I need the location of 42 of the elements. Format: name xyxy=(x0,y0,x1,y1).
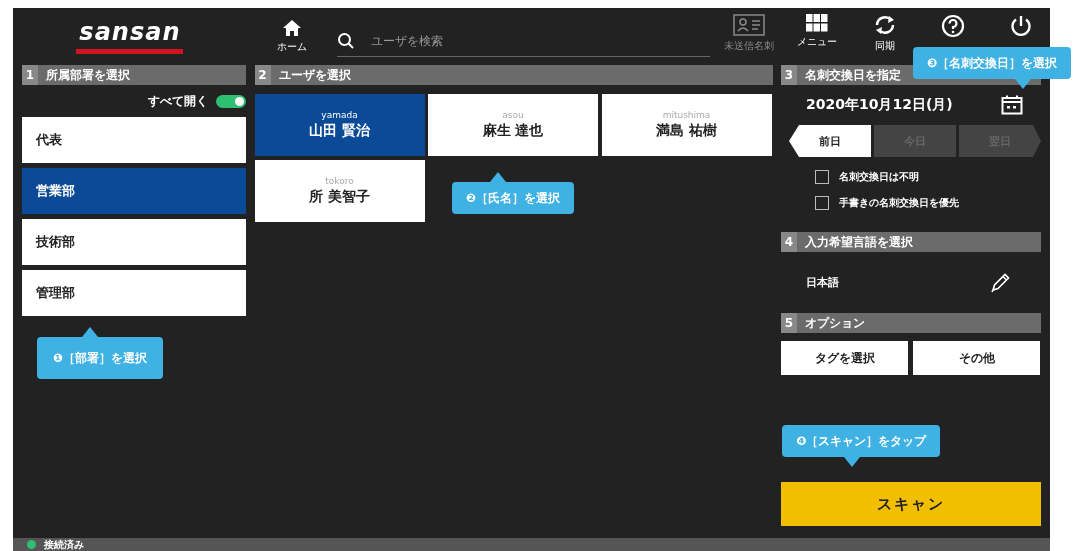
calendar-icon[interactable] xyxy=(1001,95,1023,115)
home-icon xyxy=(281,19,302,37)
search-input[interactable]: ユーザを検索 xyxy=(368,33,673,49)
callout-tooltip: ❷［氏名］を選択 xyxy=(452,172,575,214)
sync-button[interactable]: 同期 xyxy=(856,14,914,53)
exchange-date: 2020年10月12日(月) xyxy=(806,96,953,114)
help-icon xyxy=(941,14,965,38)
day-button[interactable]: 前日 xyxy=(789,125,871,157)
section-header: 2 ユーザを選択 xyxy=(254,65,773,85)
search-icon xyxy=(336,32,355,50)
option-button[interactable]: タグを選択 xyxy=(781,341,908,375)
checkbox[interactable] xyxy=(815,196,829,210)
pencil-icon[interactable] xyxy=(989,271,1011,294)
language-value: 日本語 xyxy=(806,275,839,290)
callout-tooltip: ❹［スキャン］をタップ xyxy=(782,425,941,467)
id-card-icon xyxy=(733,14,765,36)
department-item[interactable]: 代表 xyxy=(22,117,246,163)
checkbox-label: 手書きの名刺交換日を優先 xyxy=(839,196,959,210)
scan-button[interactable]: スキャン xyxy=(781,482,1041,526)
expand-all-label: すべて開く xyxy=(148,92,208,110)
power-icon xyxy=(1009,14,1033,38)
menu-button[interactable]: メニュー xyxy=(788,14,846,49)
callout-tooltip: ❸［名刺交換日］を選択 xyxy=(913,47,1072,89)
connection-status: 接続済み xyxy=(44,539,84,550)
user-card[interactable]: mitushima 満島 祐樹 xyxy=(601,94,772,156)
expand-all-toggle[interactable] xyxy=(216,94,246,108)
section-header: 1 所属部署を選択 xyxy=(22,65,246,85)
department-item[interactable]: 管理部 xyxy=(22,270,246,316)
department-item[interactable]: 営業部 xyxy=(22,168,246,214)
user-card[interactable]: asou 麻生 達也 xyxy=(428,94,598,156)
user-card[interactable]: tokoro 所 美智子 xyxy=(254,160,425,222)
section-header: 5 オプション xyxy=(781,313,1041,333)
home-button[interactable]: ホーム xyxy=(276,19,307,54)
checkbox-label: 名刺交換日は不明 xyxy=(839,170,919,184)
checkbox[interactable] xyxy=(815,170,829,184)
sansan-logo: sansan xyxy=(76,19,184,54)
department-item[interactable]: 技術部 xyxy=(22,219,246,265)
section-header: 4 入力希望言語を選択 xyxy=(781,232,1041,252)
grid-icon xyxy=(806,14,828,32)
user-card[interactable]: yamada 山田 賢治 xyxy=(254,94,425,156)
callout-tooltip: ❶［部署］を選択 xyxy=(37,327,164,379)
option-button[interactable]: その他 xyxy=(913,341,1040,375)
